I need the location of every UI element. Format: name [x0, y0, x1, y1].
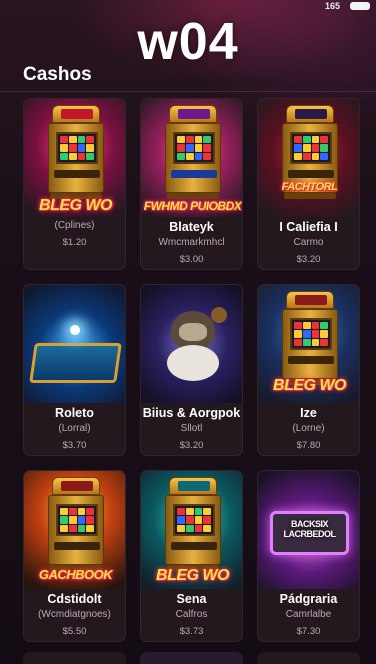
game-name: Blateyk: [169, 220, 214, 234]
game-card[interactable]: BLEG WO Ize (Lorne) $7.80: [257, 284, 360, 456]
game-price: $3.73: [179, 626, 204, 637]
game-price: $5.50: [62, 626, 87, 637]
gorilla-face: [179, 323, 207, 341]
game-price: $3.20: [296, 254, 321, 265]
slot-machine-image: [282, 291, 338, 385]
sparkle-icon: [70, 325, 80, 335]
game-subtitle: (Lorral): [58, 423, 91, 434]
cookie-icon: [211, 307, 227, 323]
game-price: $7.80: [296, 440, 321, 451]
game-thumbnail: BACKSIX LACRBEDOL: [258, 471, 359, 589]
neon-sign: BACKSIX LACRBEDOL: [283, 519, 337, 539]
neon-sign: FWHMD PUIOBDX: [143, 199, 242, 213]
game-thumbnail: GACHBOOK: [24, 471, 125, 589]
game-name: I Caliefia I: [279, 220, 338, 234]
game-thumbnail: BLEG WO: [24, 99, 125, 217]
neon-sign: GACHBOOK: [38, 567, 113, 582]
next-row-peek: [23, 652, 360, 664]
game-subtitle: Sllotl: [180, 423, 203, 434]
game-thumbnail: BLEG WO: [141, 471, 242, 589]
game-name: Biius & Aorgpok: [142, 406, 241, 420]
section-title: Cashos: [23, 64, 92, 85]
game-subtitle: Camrlalbe: [285, 609, 332, 620]
game-name: Sena: [176, 592, 207, 606]
neon-sign: FACHTORL: [281, 181, 338, 193]
slot-machine-image: [165, 105, 221, 199]
game-card[interactable]: Biius & Aorgpok Sllotl $3.20: [140, 284, 243, 456]
battery-icon: [350, 2, 370, 10]
divider: [0, 91, 376, 92]
game-price: $7.30: [296, 626, 321, 637]
game-card[interactable]: FWHMD PUIOBDX Blateyk Wmcmarkmhcl $3.00: [140, 98, 243, 270]
status-time: 165: [324, 1, 340, 11]
game-thumbnail: [141, 285, 242, 403]
game-card[interactable]: GACHBOOK Cdstidolt (Wcmdiatgnoes) $5.50: [23, 470, 126, 642]
slot-machine-image: [48, 477, 104, 571]
gorilla-belly: [167, 345, 219, 381]
game-grid: BLEG WO (Cplines) $1.20 FWHMD PUIOBDX Bl…: [23, 98, 360, 642]
game-price: $3.00: [179, 254, 204, 265]
slot-machine-image: [48, 105, 104, 199]
neon-sign: BLEG WO: [273, 377, 346, 394]
game-card[interactable]: BACKSIX LACRBEDOL Pádgraria Camrlalbe $7…: [257, 470, 360, 642]
neon-sign: BLEG WO: [156, 567, 229, 584]
slot-machine-image: [165, 477, 221, 571]
app-title: w04: [137, 13, 239, 71]
game-subtitle: Calfros: [175, 609, 208, 620]
game-subtitle: Wmcmarkmhcl: [158, 237, 225, 248]
game-thumbnail: FACHTORL: [258, 99, 359, 217]
game-thumbnail: BLEG WO: [258, 285, 359, 403]
game-name: Pádgraria: [279, 592, 338, 606]
game-subtitle: (Lorne): [292, 423, 325, 434]
game-subtitle: (Wcmdiatgnoes): [38, 609, 111, 620]
game-subtitle: Carmo: [293, 237, 324, 248]
casino-app-screen: 165 w04 Cashos BLEG WO (Cplines) $1.20 F…: [0, 0, 376, 664]
game-name: Ize: [300, 406, 317, 420]
game-subtitle: (Cplines): [54, 220, 95, 231]
game-card[interactable]: Roleto (Lorral) $3.70: [23, 284, 126, 456]
game-price: $3.70: [62, 440, 87, 451]
game-thumbnail: [24, 285, 125, 403]
game-name: Cdstidolt: [47, 592, 102, 606]
neon-sign: BLEG WO: [39, 197, 112, 214]
game-card[interactable]: BLEG WO Sena Calfros $3.73: [140, 470, 243, 642]
game-card[interactable]: BLEG WO (Cplines) $1.20: [23, 98, 126, 270]
game-price: $1.20: [62, 237, 87, 248]
game-name: Roleto: [55, 406, 94, 420]
game-price: $3.20: [179, 440, 204, 451]
game-card[interactable]: FACHTORL I Caliefia I Carmo $3.20: [257, 98, 360, 270]
roulette-table-image: [29, 343, 122, 383]
game-thumbnail: FWHMD PUIOBDX: [141, 99, 242, 217]
